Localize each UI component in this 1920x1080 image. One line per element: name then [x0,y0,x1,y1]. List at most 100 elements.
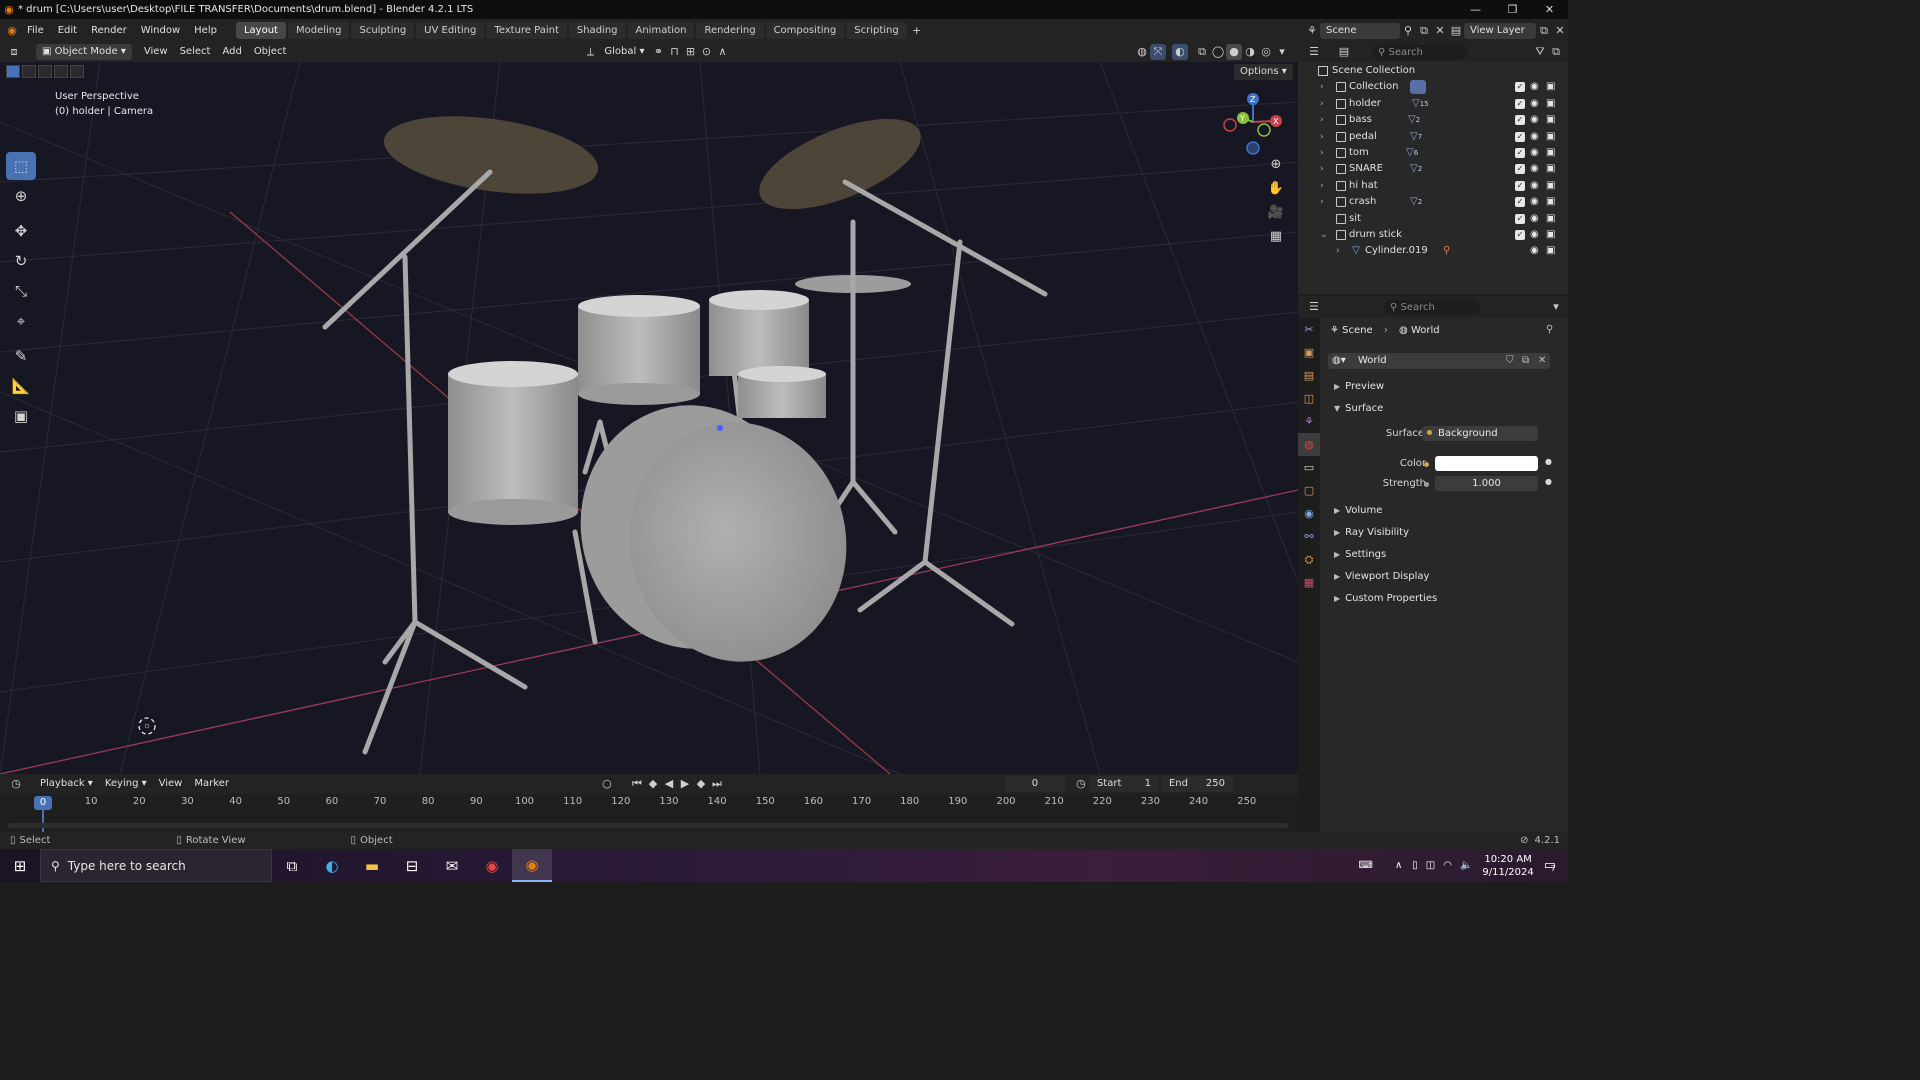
measure-tool-icon[interactable]: 📐 [6,372,36,400]
texture-tab-icon[interactable]: ▦ [1298,571,1320,594]
outliner-row[interactable]: › bass ▽2 ✓ ◉ ▣ [1298,112,1568,128]
current-frame-marker[interactable]: 0 [34,796,52,810]
render-camera-icon[interactable]: ▣ [1546,112,1555,128]
expand-right-icon[interactable]: › [1320,112,1324,128]
blender-taskbar-icon[interactable]: ◉ [512,849,552,882]
object-tab-icon[interactable]: ▢ [1298,479,1320,502]
falloff-icon[interactable]: ∧ [715,44,731,60]
scene-collection-row[interactable]: Scene Collection [1298,63,1568,79]
menu-keying[interactable]: Keying ▾ [99,776,153,792]
properties-editor-icon[interactable]: ☰ [1306,299,1322,315]
keyboard-icon[interactable]: ⌨ [1359,860,1373,871]
expand-right-icon[interactable]: › [1320,161,1324,177]
end-frame-field[interactable]: End 250 [1160,776,1233,792]
transform-tool-icon[interactable]: ⌖ [6,307,36,335]
view-layer-icon[interactable]: ▤ [1448,23,1464,39]
render-camera-icon[interactable]: ▣ [1546,211,1555,227]
menu-marker[interactable]: Marker [188,776,235,792]
exclude-checkbox[interactable]: ✓ [1515,180,1525,191]
delete-view-layer-icon[interactable]: ✕ [1552,23,1568,39]
outliner-row[interactable]: sit ✓ ◉ ▣ [1298,211,1568,227]
ortho-toggle-icon[interactable]: ▦ [1265,229,1287,253]
menu-window[interactable]: Window [134,19,187,42]
start-frame-field[interactable]: Start 1 [1088,776,1159,792]
menu-timeline-view[interactable]: View [153,776,189,792]
render-tab-icon[interactable]: ▣ [1298,341,1320,364]
current-frame-field[interactable]: 0 [1004,776,1065,792]
exclude-checkbox[interactable]: ✓ [1515,164,1525,175]
world-tab-icon[interactable]: ◍ [1298,433,1320,456]
blender-menu-icon[interactable]: ◉ [4,23,20,39]
section-surface[interactable]: ▼ Surface [1334,403,1383,414]
file-explorer-icon[interactable]: ▬ [352,849,392,882]
outliner-editor-icon[interactable]: ☰ [1306,44,1322,60]
select-subtract-icon[interactable] [38,65,52,78]
tab-shading[interactable]: Shading [568,22,626,39]
outliner-row[interactable]: › tom ▽6 ✓ ◉ ▣ [1298,145,1568,161]
jump-start-icon[interactable]: ⏮ [629,776,645,792]
overlay-icon[interactable]: ◐ [1172,44,1188,60]
gizmo-icon[interactable]: ⤧ [1150,44,1166,60]
world-datablock[interactable]: ◍▾ World ⛉ ⧉ ✕ [1328,353,1550,369]
outliner-row[interactable]: › holder ▽15 ✓ ◉ ▣ [1298,96,1568,112]
menu-render[interactable]: Render [84,19,134,42]
outliner-row[interactable]: › Collection ✓ ◉ ▣ [1298,79,1568,95]
exclude-checkbox[interactable]: ✓ [1515,98,1525,109]
expand-right-icon[interactable]: › [1320,178,1324,194]
timeline-scrollbar[interactable] [8,823,1288,828]
maximize-icon[interactable]: ❐ [1494,0,1531,19]
physics-tab-icon[interactable]: ◉ [1298,502,1320,525]
delete-scene-icon[interactable]: ✕ [1432,23,1448,39]
surface-shader-field[interactable]: Background [1422,426,1538,441]
render-camera-icon[interactable]: ▣ [1546,178,1555,194]
menu-help[interactable]: Help [187,19,224,42]
render-camera-icon[interactable]: ▣ [1546,243,1555,259]
task-view-icon[interactable]: ⧉ [272,849,312,882]
select-invert-icon[interactable] [54,65,68,78]
expand-right-icon[interactable]: › [1320,79,1324,95]
pan-hand-icon[interactable]: ✋ [1265,181,1287,205]
expand-right-icon[interactable]: › [1320,194,1324,210]
tray-chevron-icon[interactable]: ∧ [1395,860,1402,871]
render-camera-icon[interactable]: ▣ [1546,79,1555,95]
outliner-row[interactable]: › pedal ▽7 ✓ ◉ ▣ [1298,129,1568,145]
exclude-checkbox[interactable]: ✓ [1515,147,1525,158]
section-settings[interactable]: ▶ Settings [1334,549,1386,560]
wifi-icon[interactable]: ◠ [1443,860,1452,871]
properties-options-icon[interactable]: ▾ [1548,299,1564,315]
mail-icon[interactable]: ✉ [432,849,472,882]
menu-edit[interactable]: Edit [51,19,84,42]
visibility-eye-icon[interactable]: ◉ [1530,145,1539,161]
store-icon[interactable]: ⊟ [392,849,432,882]
new-view-layer-icon[interactable]: ⧉ [1536,23,1552,39]
close-icon[interactable]: ✕ [1531,0,1568,19]
menu-object[interactable]: Object [248,44,293,60]
outliner-row[interactable]: › SNARE ▽2 ✓ ◉ ▣ [1298,161,1568,177]
collection-tab-icon[interactable]: ▭ [1298,456,1320,479]
section-ray-visibility[interactable]: ▶ Ray Visibility [1334,527,1409,538]
visibility-eye-icon[interactable]: ◉ [1530,211,1539,227]
exclude-checkbox[interactable]: ✓ [1515,197,1525,208]
visibility-eye-icon[interactable]: ◉ [1530,178,1539,194]
render-camera-icon[interactable]: ▣ [1546,161,1555,177]
solid-shading-icon[interactable]: ● [1226,44,1242,60]
outliner-row[interactable]: › hi hat ✓ ◉ ▣ [1298,178,1568,194]
wireframe-shading-icon[interactable]: ◯ [1210,44,1226,60]
output-tab-icon[interactable]: ▤ [1298,364,1320,387]
scale-tool-icon[interactable]: ⤡ [6,277,36,305]
frame-ruler[interactable]: 10 20 30 40 50 60 70 80 90 100 110 120 130 140 150 160 1… [0,794,1298,812]
options-dropdown[interactable]: Options ▾ [1234,64,1293,80]
rotate-tool-icon[interactable]: ↻ [6,247,36,275]
meet-icon[interactable]: ◫ [1426,860,1435,871]
strength-field[interactable]: 1.000 [1435,476,1538,491]
section-preview[interactable]: ▶ Preview [1334,381,1384,392]
visibility-eye-icon[interactable]: ◉ [1530,161,1539,177]
edge-icon[interactable]: ◐ [312,849,352,882]
visibility-eye-icon[interactable]: ◉ [1530,194,1539,210]
properties-pin-icon[interactable]: ⚲ [1546,324,1553,335]
taskbar-search[interactable]: ⚲ Type here to search [40,849,272,882]
tab-scripting[interactable]: Scripting [846,22,907,39]
section-viewport-display[interactable]: ▶ Viewport Display [1334,571,1429,582]
view-layer-selector[interactable]: View Layer [1464,22,1536,39]
menu-view[interactable]: View [138,44,174,60]
